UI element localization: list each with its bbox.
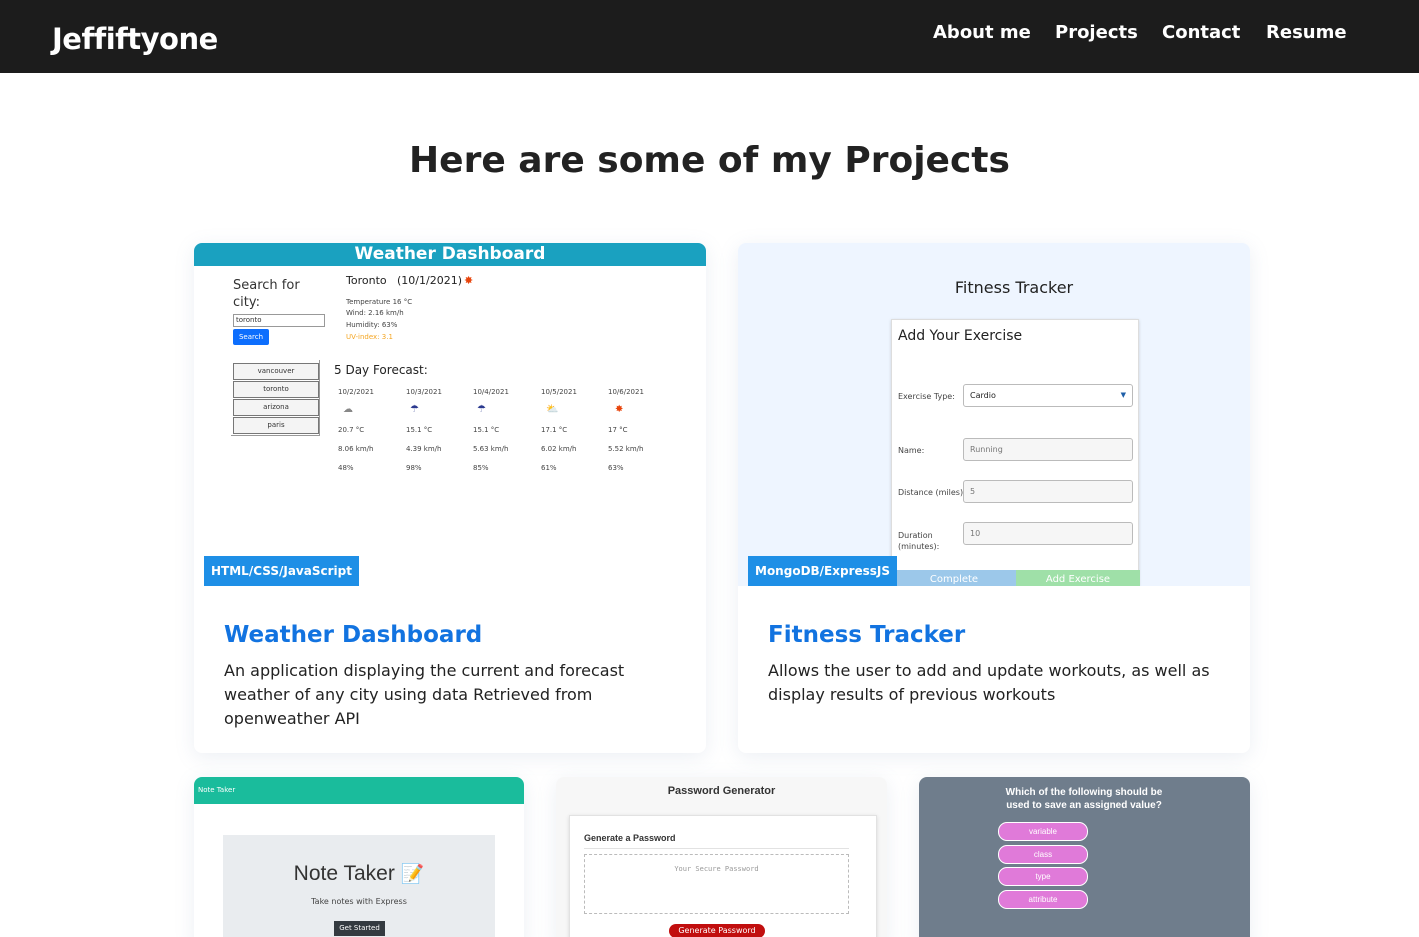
forecast-wind: 6.02 km/h [541, 445, 577, 453]
project-screenshot-quiz[interactable]: Which of the following should be used to… [919, 777, 1250, 937]
forecast-humidity: 48% [338, 464, 354, 472]
chevron-down-icon: ▼ [1120, 391, 1126, 399]
fitness-preview-label: Name: [898, 446, 925, 455]
note-preview-button: Get Started [334, 921, 385, 936]
fitness-preview-form: Add Your Exercise Exercise Type: Cardio … [891, 319, 1140, 586]
brand-logo[interactable]: Jeffiftyone [52, 22, 218, 56]
rain-icon: ☂ [477, 404, 486, 415]
project-description: Allows the user to add and update workou… [768, 661, 1210, 704]
password-preview-box-title: Generate a Password [584, 833, 676, 843]
password-preview-box: Generate a Password Your Secure Password… [569, 815, 877, 937]
note-preview-header: Note Taker [194, 777, 524, 804]
fitness-preview-distance-field: 5 [963, 480, 1133, 503]
note-preview-jumbotron: Note Taker 📝 Take notes with Express Get… [223, 835, 495, 937]
forecast-temp: 15.1 °C [406, 426, 433, 434]
weather-preview-current-date: (10/1/2021) [397, 274, 462, 287]
fitness-preview-add-button: Add Exercise [1016, 570, 1140, 586]
quiz-preview-question: Which of the following should be used to… [1005, 787, 1163, 811]
forecast-temp: 17 °C [608, 426, 628, 434]
project-card-quiz[interactable]: Which of the following should be used to… [919, 777, 1250, 937]
weather-preview-city-button: paris [233, 417, 319, 434]
forecast-humidity: 63% [608, 464, 624, 472]
quiz-preview-option: type [998, 867, 1088, 886]
weather-preview-city-button: toronto [233, 381, 319, 398]
nav-link-projects[interactable]: Projects [1055, 22, 1138, 43]
note-preview-subtitle: Take notes with Express [311, 897, 407, 906]
weather-preview-city-button: vancouver [233, 363, 319, 380]
password-preview-generate-button: Generate Password [669, 924, 765, 937]
memo-icon: 📝 [400, 864, 425, 885]
nav-link-contact[interactable]: Contact [1162, 22, 1240, 43]
forecast-temp: 15.1 °C [473, 426, 500, 434]
project-screenshot-note-taker[interactable]: Note Taker Note Taker 📝 Take notes with … [194, 777, 524, 937]
partly-cloudy-icon: ⛅ [546, 404, 559, 415]
project-screenshot-password-generator[interactable]: Password Generator Generate a Password Y… [556, 777, 887, 937]
page-title: Here are some of my Projects [409, 140, 1010, 181]
forecast-date: 10/3/2021 [406, 388, 442, 396]
quiz-preview-option: variable [998, 822, 1088, 841]
project-title-weather[interactable]: Weather Dashboard [224, 622, 482, 648]
weather-preview-stat: Humidity: 63% [346, 321, 398, 329]
quiz-preview-option: attribute [998, 890, 1088, 909]
fitness-preview-title: Fitness Tracker [954, 278, 1074, 297]
forecast-date: 10/4/2021 [473, 388, 509, 396]
forecast-humidity: 61% [541, 464, 557, 472]
forecast-temp: 17.1 °C [541, 426, 568, 434]
forecast-date: 10/2/2021 [338, 388, 374, 396]
sun-icon: ✸ [464, 274, 474, 287]
forecast-wind: 5.52 km/h [608, 445, 644, 453]
project-title-fitness[interactable]: Fitness Tracker [768, 622, 965, 648]
rain-icon: ☂ [410, 404, 419, 415]
nav-link-resume[interactable]: Resume [1266, 22, 1347, 43]
tech-badge: HTML/CSS/JavaScript [204, 556, 359, 586]
forecast-wind: 8.06 km/h [338, 445, 374, 453]
sun-icon: ✸ [615, 404, 624, 415]
tech-badge: MongoDB/ExpressJS [748, 556, 898, 586]
forecast-humidity: 98% [406, 464, 422, 472]
fitness-preview-complete-button: Complete [892, 570, 1016, 586]
cloud-icon: ☁ [343, 404, 353, 415]
weather-preview-current-city: Toronto [346, 274, 387, 287]
weather-preview-stat: Wind: 2.16 km/h [346, 309, 404, 317]
project-card-note-taker[interactable]: Note Taker Note Taker 📝 Take notes with … [194, 777, 524, 937]
forecast-date: 10/5/2021 [541, 388, 577, 396]
note-preview-title-text: Note Taker [293, 862, 395, 885]
project-screenshot-fitness[interactable]: Fitness Tracker Add Your Exercise Exerci… [738, 243, 1250, 586]
weather-preview-search-button: Search [233, 329, 269, 345]
divider [584, 848, 849, 849]
weather-preview-forecast-label: 5 Day Forecast: [334, 363, 428, 377]
fitness-preview-label: Distance (miles): [898, 488, 966, 497]
project-description: An application displaying the current an… [224, 661, 625, 728]
forecast-humidity: 85% [473, 464, 489, 472]
fitness-preview-select-value: Cardio [970, 391, 996, 400]
weather-preview-search-label: Search for city: [233, 278, 300, 310]
quiz-preview-option: class [998, 845, 1088, 864]
navbar: Jeffiftyone About me Projects Contact Re… [0, 0, 1419, 73]
fitness-preview-label: Duration (minutes): [898, 531, 940, 551]
project-card-password-generator[interactable]: Password Generator Generate a Password Y… [556, 777, 887, 937]
password-preview-textarea: Your Secure Password [584, 854, 849, 914]
password-preview-title: Password Generator [667, 785, 776, 797]
nav-link-about[interactable]: About me [933, 22, 1031, 43]
note-preview-title: Note Taker 📝 [223, 862, 495, 886]
project-screenshot-weather[interactable]: Weather Dashboard Search for city: toron… [194, 243, 706, 586]
fitness-preview-label: Exercise Type: [898, 392, 955, 401]
project-card-weather[interactable]: Weather Dashboard Search for city: toron… [194, 243, 706, 753]
weather-preview-stat: Temperature 16 °C [346, 298, 413, 306]
fitness-preview-duration-field: 10 [963, 522, 1133, 545]
fitness-preview-form-title: Add Your Exercise [898, 328, 1023, 344]
fitness-preview-name-field: Running [963, 438, 1133, 461]
forecast-date: 10/6/2021 [608, 388, 644, 396]
weather-preview-city-button: arizona [233, 399, 319, 416]
forecast-temp: 20.7 °C [338, 426, 365, 434]
project-card-fitness[interactable]: Fitness Tracker Add Your Exercise Exerci… [738, 243, 1250, 753]
forecast-wind: 4.39 km/h [406, 445, 442, 453]
weather-preview-stat-uv: UV-index: 3.1 [346, 333, 393, 341]
weather-preview-city-input: toronto [233, 314, 325, 327]
weather-preview-header: Weather Dashboard [194, 243, 706, 266]
forecast-wind: 5.63 km/h [473, 445, 509, 453]
fitness-preview-select: Cardio ▼ [963, 384, 1133, 407]
